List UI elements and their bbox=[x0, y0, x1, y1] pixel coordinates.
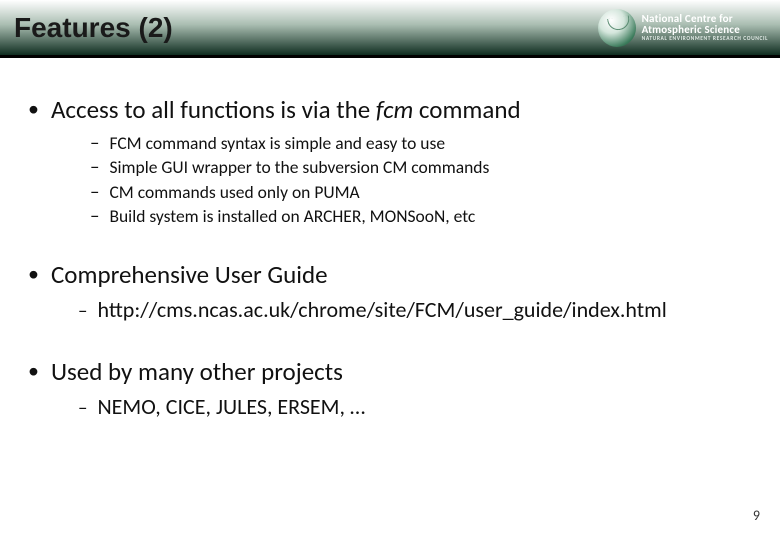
logo-subtitle: NATURAL ENVIRONMENT RESEARCH COUNCIL bbox=[642, 37, 768, 43]
dash-icon: – bbox=[90, 207, 99, 226]
bullet-icon: • bbox=[28, 360, 39, 382]
sub-item: –FCM command syntax is simple and easy t… bbox=[90, 131, 752, 156]
dash-icon: – bbox=[90, 158, 99, 177]
sub-text: FCM command syntax is simple and easy to… bbox=[109, 131, 445, 156]
dash-icon: – bbox=[90, 134, 99, 153]
dash-icon: – bbox=[78, 302, 87, 321]
topic-pre: Access to all functions is via the bbox=[51, 94, 376, 125]
sub-text: Build system is installed on ARCHER, MON… bbox=[109, 204, 475, 229]
logo-line2: Atmospheric Science bbox=[642, 24, 768, 35]
dash-icon: – bbox=[78, 399, 87, 418]
sub-text: NEMO, CICE, JULES, ERSEM, … bbox=[97, 392, 365, 423]
sub-item: –Build system is installed on ARCHER, MO… bbox=[90, 204, 752, 229]
sub-item: –Simple GUI wrapper to the subversion CM… bbox=[90, 155, 752, 180]
topic-text: Used by many other projects bbox=[51, 356, 343, 389]
sub-list: –FCM command syntax is simple and easy t… bbox=[90, 131, 752, 229]
content-area: • Access to all functions is via the fcm… bbox=[0, 58, 780, 423]
sub-text: http://cms.ncas.ac.uk/chrome/site/FCM/us… bbox=[97, 295, 666, 326]
header-bar: Features (2) National Centre for Atmosph… bbox=[0, 0, 780, 58]
bullet-icon: • bbox=[28, 98, 39, 120]
topic-list: • Access to all functions is via the fcm… bbox=[28, 94, 752, 423]
topic-item: • Used by many other projects –NEMO, CIC… bbox=[28, 356, 752, 423]
page-number: 9 bbox=[753, 507, 760, 524]
sub-item: –CM commands used only on PUMA bbox=[90, 180, 752, 205]
topic-heading: • Comprehensive User Guide bbox=[28, 259, 752, 292]
bullet-icon: • bbox=[28, 263, 39, 285]
topic-item: • Access to all functions is via the fcm… bbox=[28, 94, 752, 229]
sub-text: Simple GUI wrapper to the subversion CM … bbox=[109, 155, 489, 180]
topic-text: Access to all functions is via the fcm c… bbox=[51, 94, 521, 127]
slide-title: Features (2) bbox=[14, 12, 173, 44]
topic-heading: • Access to all functions is via the fcm… bbox=[28, 94, 752, 127]
sub-list: –NEMO, CICE, JULES, ERSEM, … bbox=[78, 392, 752, 423]
topic-post: command bbox=[413, 94, 520, 125]
sub-item: –http://cms.ncas.ac.uk/chrome/site/FCM/u… bbox=[78, 295, 752, 326]
topic-pre: Comprehensive User Guide bbox=[51, 259, 328, 290]
topic-em: fcm bbox=[376, 94, 413, 125]
logo-text: National Centre for Atmospheric Science … bbox=[642, 13, 768, 43]
sub-text: CM commands used only on PUMA bbox=[109, 180, 359, 205]
topic-pre: Used by many other projects bbox=[51, 356, 343, 387]
logo: National Centre for Atmospheric Science … bbox=[598, 9, 768, 47]
dash-icon: – bbox=[90, 183, 99, 202]
topic-heading: • Used by many other projects bbox=[28, 356, 752, 389]
topic-text: Comprehensive User Guide bbox=[51, 259, 328, 292]
topic-item: • Comprehensive User Guide –http://cms.n… bbox=[28, 259, 752, 326]
sub-list: –http://cms.ncas.ac.uk/chrome/site/FCM/u… bbox=[78, 295, 752, 326]
globe-icon bbox=[598, 9, 636, 47]
slide: Features (2) National Centre for Atmosph… bbox=[0, 0, 780, 540]
sub-item: –NEMO, CICE, JULES, ERSEM, … bbox=[78, 392, 752, 423]
